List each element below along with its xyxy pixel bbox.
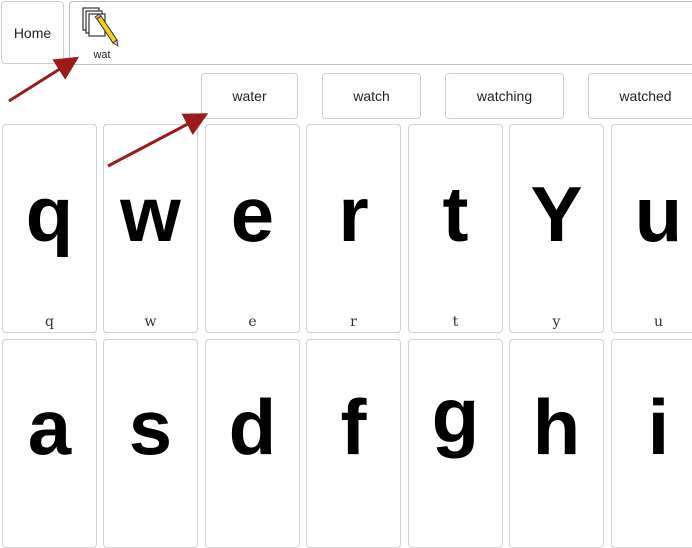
key-label: q [45,314,54,330]
message-symbol-label: wat [93,49,111,61]
key-glyph: r [338,170,369,258]
prediction-button-water[interactable]: water [201,73,298,119]
key-g[interactable]: g [408,339,503,548]
key-label: u [653,314,664,330]
message-symbol[interactable]: wat [81,5,123,63]
key-e[interactable]: e e [205,124,300,333]
key-f[interactable]: f [306,339,401,548]
key-glyph: t [442,170,469,258]
key-glyph: q [25,170,74,258]
key-glyph: d [228,383,277,471]
key-label: r [350,314,357,330]
key-label: w [144,314,157,330]
prediction-button-watching[interactable]: watching [445,73,564,119]
key-glyph: Y [530,170,583,258]
key-glyph: w [120,170,181,258]
key-glyph: g [431,371,480,459]
key-t[interactable]: t t [408,124,503,333]
key-glyph: s [128,383,173,471]
pencil-on-pages-icon [82,7,119,47]
key-glyph: u [634,170,683,258]
key-glyph: h [532,383,581,471]
key-s[interactable]: s [103,339,198,548]
key-glyph: i [647,383,670,471]
annotation-arrow-symbol [8,56,80,103]
key-glyph: f [340,383,367,471]
key-r[interactable]: r r [306,124,401,333]
key-y[interactable]: Y y [509,124,604,333]
key-w[interactable]: w w [103,124,198,333]
prediction-button-watched[interactable]: watched [588,73,692,119]
key-label: y [552,314,561,330]
key-glyph: e [230,170,275,258]
key-d[interactable]: d [205,339,300,548]
key-glyph: a [27,383,72,471]
key-u[interactable]: u u [611,124,692,333]
key-a[interactable]: a [2,339,97,548]
key-i[interactable]: i [611,339,692,548]
key-q[interactable]: q q [2,124,97,333]
key-label: e [248,314,257,330]
key-label: t [452,314,459,330]
key-h[interactable]: h [509,339,604,548]
message-bar[interactable]: wat [69,1,692,65]
prediction-button-watch[interactable]: watch [322,73,421,119]
home-button[interactable]: Home [1,1,64,64]
